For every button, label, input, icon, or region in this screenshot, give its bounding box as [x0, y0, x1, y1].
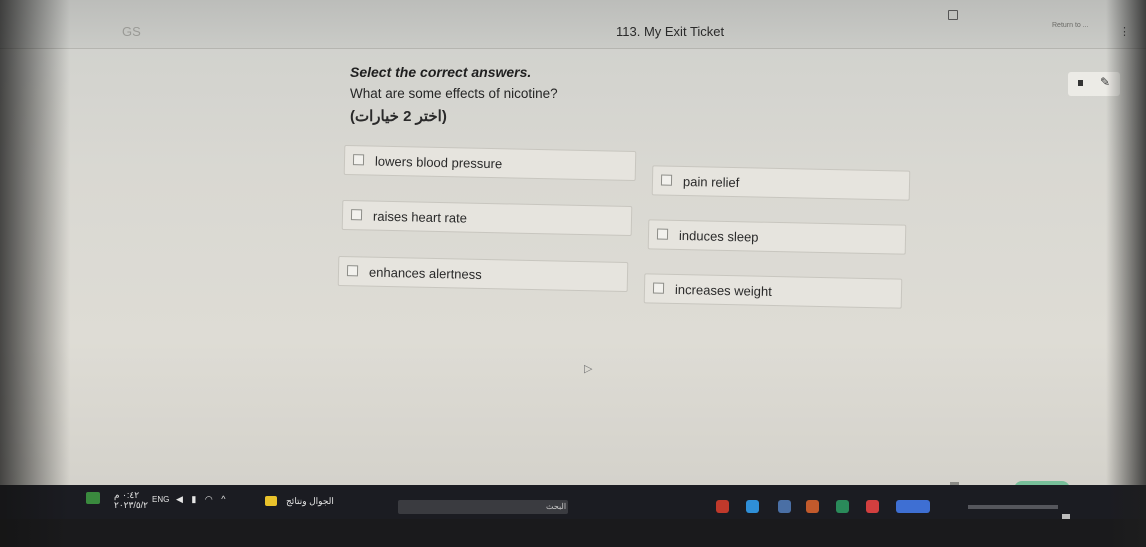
- stop-square-icon[interactable]: [1078, 80, 1083, 86]
- news-icon[interactable]: [265, 496, 277, 506]
- checkbox[interactable]: [352, 154, 365, 166]
- language-indicator[interactable]: ENG: [152, 495, 169, 504]
- app-logo: GS: [122, 24, 141, 39]
- mouse-cursor-icon: ▷: [584, 363, 593, 375]
- app-icon-files[interactable]: [778, 500, 791, 513]
- answer-option[interactable]: increases weight: [643, 273, 903, 309]
- quiz-screen: [0, 0, 1146, 485]
- window-icon[interactable]: [948, 10, 958, 20]
- weather-icon[interactable]: [86, 492, 100, 504]
- answer-option[interactable]: lowers blood pressure: [343, 144, 637, 182]
- page-title: 113. My Exit Ticket: [616, 24, 725, 39]
- question-prompt: What are some effects of nicotine?: [350, 86, 558, 101]
- checkbox[interactable]: [350, 209, 363, 221]
- answer-label: lowers blood pressure: [374, 153, 503, 172]
- news-widget[interactable]: الجوال ونتائج: [286, 496, 334, 507]
- return-link[interactable]: Return to ...: [1052, 22, 1089, 29]
- system-tray-icons[interactable]: ◀ ▮ ◠ ^: [176, 494, 228, 505]
- checkbox[interactable]: [652, 282, 665, 294]
- answer-option[interactable]: pain relief: [651, 165, 911, 201]
- answer-option[interactable]: induces sleep: [647, 219, 907, 255]
- clock-date: ٢٠٢٣/٥/٢: [114, 500, 149, 510]
- checkbox[interactable]: [660, 174, 673, 186]
- taskbar-search[interactable]: [398, 500, 568, 514]
- app-icon-red[interactable]: [716, 500, 729, 513]
- app-icon-office[interactable]: [806, 500, 819, 513]
- answer-label: induces sleep: [678, 227, 759, 245]
- answer-label: enhances alertness: [368, 264, 482, 282]
- monitor-bezel: [0, 519, 1146, 547]
- clock-time: ٠:٤٢ م: [114, 490, 140, 500]
- header-bar: [0, 0, 1146, 49]
- taskbar: [0, 485, 1146, 519]
- more-menu-icon[interactable]: ⋮: [1119, 25, 1130, 38]
- app-icon-chrome[interactable]: [866, 500, 879, 513]
- app-icon-blue[interactable]: [746, 500, 759, 513]
- app-icon-active[interactable]: [896, 500, 930, 513]
- taskbar-clock[interactable]: ٠:٤٢ م ٢٠٢٣/٥/٢: [114, 490, 148, 510]
- pen-icon[interactable]: ✎: [1100, 75, 1110, 89]
- selection-hint: (اختر 2 خيارات): [350, 108, 447, 125]
- instruction-text: Select the correct answers.: [350, 64, 532, 80]
- answer-option[interactable]: enhances alertness: [337, 255, 629, 293]
- answer-label: raises heart rate: [372, 208, 468, 226]
- checkbox[interactable]: [656, 228, 669, 240]
- checkbox[interactable]: [346, 265, 359, 277]
- answer-label: pain relief: [682, 173, 740, 191]
- answer-label: increases weight: [674, 281, 772, 299]
- search-label: البحث: [546, 502, 567, 511]
- tray-area: [968, 505, 1058, 509]
- tool-strip: ✎: [1068, 72, 1120, 96]
- answer-option[interactable]: raises heart rate: [341, 199, 633, 237]
- app-icon-browser[interactable]: [836, 500, 849, 513]
